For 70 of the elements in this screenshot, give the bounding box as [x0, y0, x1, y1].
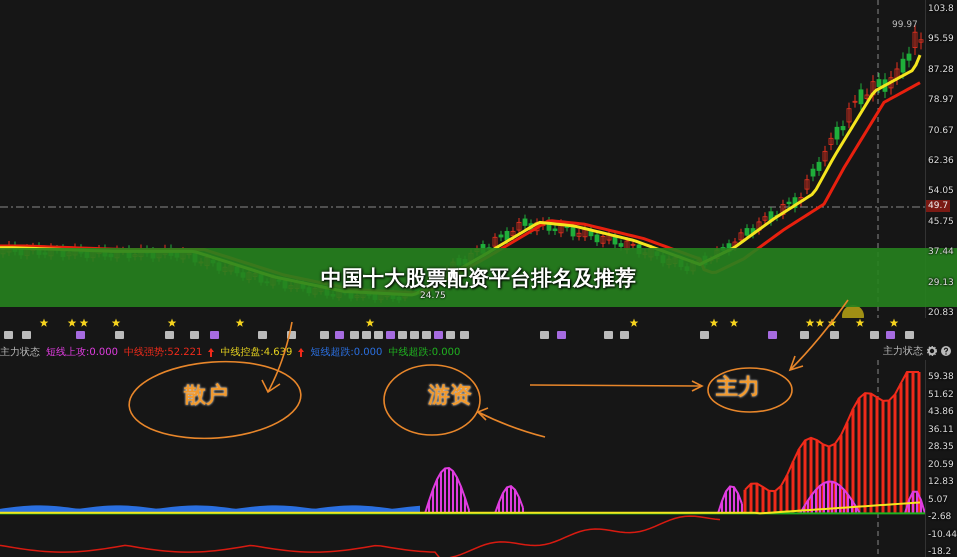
star-marker-icon — [168, 318, 176, 327]
price-axis-label: 62.36 — [928, 156, 955, 166]
star-marker-icon — [816, 318, 824, 327]
price-axis-label: 29.13 — [928, 278, 955, 288]
indicator-axis-label: -18.2 — [928, 547, 952, 557]
price-axis-label: 45.75 — [928, 216, 955, 227]
annotation-label: 散户 — [184, 382, 228, 410]
histogram-spike — [904, 490, 925, 514]
annotation-label: 主力 — [716, 374, 760, 402]
settings-icon[interactable] — [927, 346, 937, 356]
star-marker-icon — [828, 318, 836, 327]
current-price-tag: 49.7 — [926, 200, 950, 212]
annotation-label: 游资 — [428, 382, 472, 410]
signal-tag-icon — [76, 331, 85, 339]
star-marker-icon — [710, 318, 718, 327]
price-axis-label: 54.05 — [928, 186, 955, 196]
arrow-annotation — [476, 407, 546, 438]
star-marker-icon — [80, 318, 88, 327]
help-icon[interactable] — [941, 346, 951, 356]
signal-tag-icon — [115, 331, 124, 339]
price-axis-label: 103.8 — [928, 4, 955, 14]
indicator-reading: 短线超跌:0.000 — [310, 346, 382, 359]
indicator-axis-label: -10.44 — [928, 530, 957, 540]
arrow-annotation — [788, 300, 849, 372]
star-marker-icon — [40, 318, 48, 327]
indicator-axis-label: 20.59 — [928, 460, 955, 470]
price-axis-label: 20.83 — [928, 308, 955, 318]
arrow-annotation — [261, 322, 293, 394]
price-axis-label: 95.59 — [928, 34, 955, 44]
indicator-reading: 短线上攻:0.000 — [46, 346, 118, 359]
star-marker-icon — [730, 318, 738, 327]
star-marker-icon — [68, 318, 76, 327]
indicator-axis-label: 36.11 — [928, 424, 955, 434]
high-price-label: 99.97 — [892, 20, 918, 30]
histogram-spike — [799, 480, 861, 514]
signal-tag-icon — [905, 331, 914, 339]
histogram-spike — [424, 467, 470, 514]
histogram-spike — [717, 485, 743, 514]
histogram-spike — [494, 485, 524, 514]
indicator-axis-label: 12.83 — [928, 477, 955, 487]
indicator-axis-label: 43.86 — [928, 407, 955, 417]
signal-tag-icon — [830, 331, 839, 339]
low-price-label: 24.75 — [420, 291, 446, 301]
star-marker-icon — [630, 318, 638, 327]
indicator-axis-label: 59.38 — [928, 372, 955, 382]
star-marker-icon — [366, 318, 374, 327]
price-axis-label: 78.97 — [928, 95, 955, 106]
signal-tag-icon — [165, 331, 174, 339]
indicator-name: 主力状态 — [0, 346, 40, 359]
signal-tag-icon — [258, 331, 267, 339]
indicator-axis-label: 5.07 — [928, 494, 950, 504]
price-axis-label: 37.44 — [928, 247, 955, 258]
indicator-axis-label: -2.68 — [928, 512, 952, 522]
star-marker-icon — [112, 318, 120, 327]
star-marker-icon — [856, 318, 864, 327]
star-marker-icon — [236, 318, 244, 327]
signal-tag-icon — [210, 331, 219, 339]
indicator-axis-label: 51.62 — [928, 390, 955, 400]
star-marker-icon — [890, 318, 898, 327]
signal-tag-icon — [700, 331, 709, 339]
indicator-reading: 中线强势:52.221 — [124, 346, 202, 359]
indicator-reading: 中线超跌:0.000 — [388, 346, 460, 359]
signal-tag-icon — [190, 331, 199, 339]
price-axis-label: 70.67 — [928, 126, 955, 136]
indicator-axis-label: 28.35 — [928, 442, 955, 452]
panel-title: 主力状态 — [883, 344, 923, 358]
signal-tag-icon — [768, 331, 777, 339]
price-axis-label: 87.28 — [928, 64, 955, 75]
star-marker-icon — [806, 318, 814, 327]
signal-tag-icon — [800, 331, 809, 339]
